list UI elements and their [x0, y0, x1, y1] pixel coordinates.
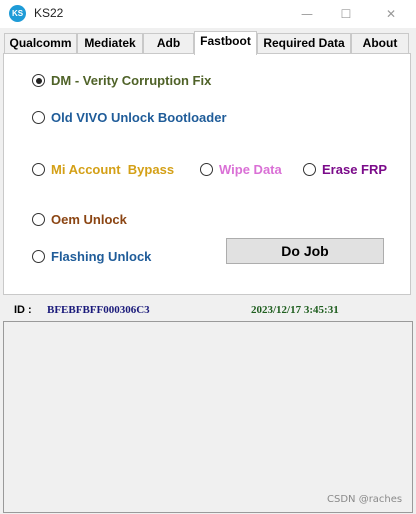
log-output[interactable]: [3, 321, 413, 513]
label-dm-verity: DM - Verity Corruption Fix: [51, 73, 212, 88]
datetime: 2023/12/17 3:45:31: [251, 304, 339, 316]
window-title: KS22: [34, 6, 64, 20]
option-oem-unlock[interactable]: Oem Unlock: [32, 212, 127, 227]
maximize-button[interactable]: ☐: [330, 0, 362, 28]
radio-flashing-unlock[interactable]: [32, 250, 45, 263]
option-dm-verity[interactable]: DM - Verity Corruption Fix: [32, 73, 211, 88]
radio-mi-account[interactable]: [32, 163, 45, 176]
tab-adb[interactable]: Adb: [143, 33, 194, 54]
app-icon: KS: [9, 5, 26, 22]
radio-erase-frp[interactable]: [303, 163, 316, 176]
option-mi-account[interactable]: Mi Account Bypass: [32, 162, 174, 177]
label-erase-frp: Erase FRP: [322, 162, 388, 177]
tab-about[interactable]: About: [351, 33, 409, 54]
close-button[interactable]: ✕: [375, 0, 407, 28]
radio-oem-unlock[interactable]: [32, 213, 45, 226]
label-oem-unlock: Oem Unlock: [51, 212, 127, 227]
option-old-vivo[interactable]: Old VIVO Unlock Bootloader: [32, 110, 227, 125]
tab-strip: Qualcomm Mediatek Adb Fastboot Required …: [0, 31, 416, 55]
id-value: BFEBFBFF000306C3: [47, 304, 150, 316]
tab-fastboot[interactable]: Fastboot: [194, 31, 257, 55]
label-flashing-unlock: Flashing Unlock: [51, 249, 152, 264]
radio-dm-verity[interactable]: [32, 74, 45, 87]
do-job-button[interactable]: Do Job: [226, 238, 384, 264]
radio-old-vivo[interactable]: [32, 111, 45, 124]
title-bar: KS KS22 — ☐ ✕: [0, 0, 416, 28]
status-bar: ID : BFEBFBFF000306C3 2023/12/17 3:45:31: [0, 299, 416, 321]
tab-qualcomm[interactable]: Qualcomm: [4, 33, 77, 54]
label-wipe-data: Wipe Data: [219, 162, 282, 177]
option-wipe-data[interactable]: Wipe Data: [200, 162, 282, 177]
option-flashing-unlock[interactable]: Flashing Unlock: [32, 249, 151, 264]
tab-mediatek[interactable]: Mediatek: [77, 33, 143, 54]
watermark: CSDN @raches: [327, 494, 403, 505]
label-mi-account: Mi Account Bypass: [51, 162, 175, 177]
fastboot-panel: DM - Verity Corruption Fix Old VIVO Unlo…: [3, 53, 411, 295]
option-erase-frp[interactable]: Erase FRP: [303, 162, 387, 177]
radio-wipe-data[interactable]: [200, 163, 213, 176]
label-old-vivo: Old VIVO Unlock Bootloader: [51, 110, 227, 125]
minimize-button[interactable]: —: [291, 0, 323, 28]
tab-required-data[interactable]: Required Data: [257, 33, 351, 54]
id-label: ID :: [14, 304, 32, 316]
